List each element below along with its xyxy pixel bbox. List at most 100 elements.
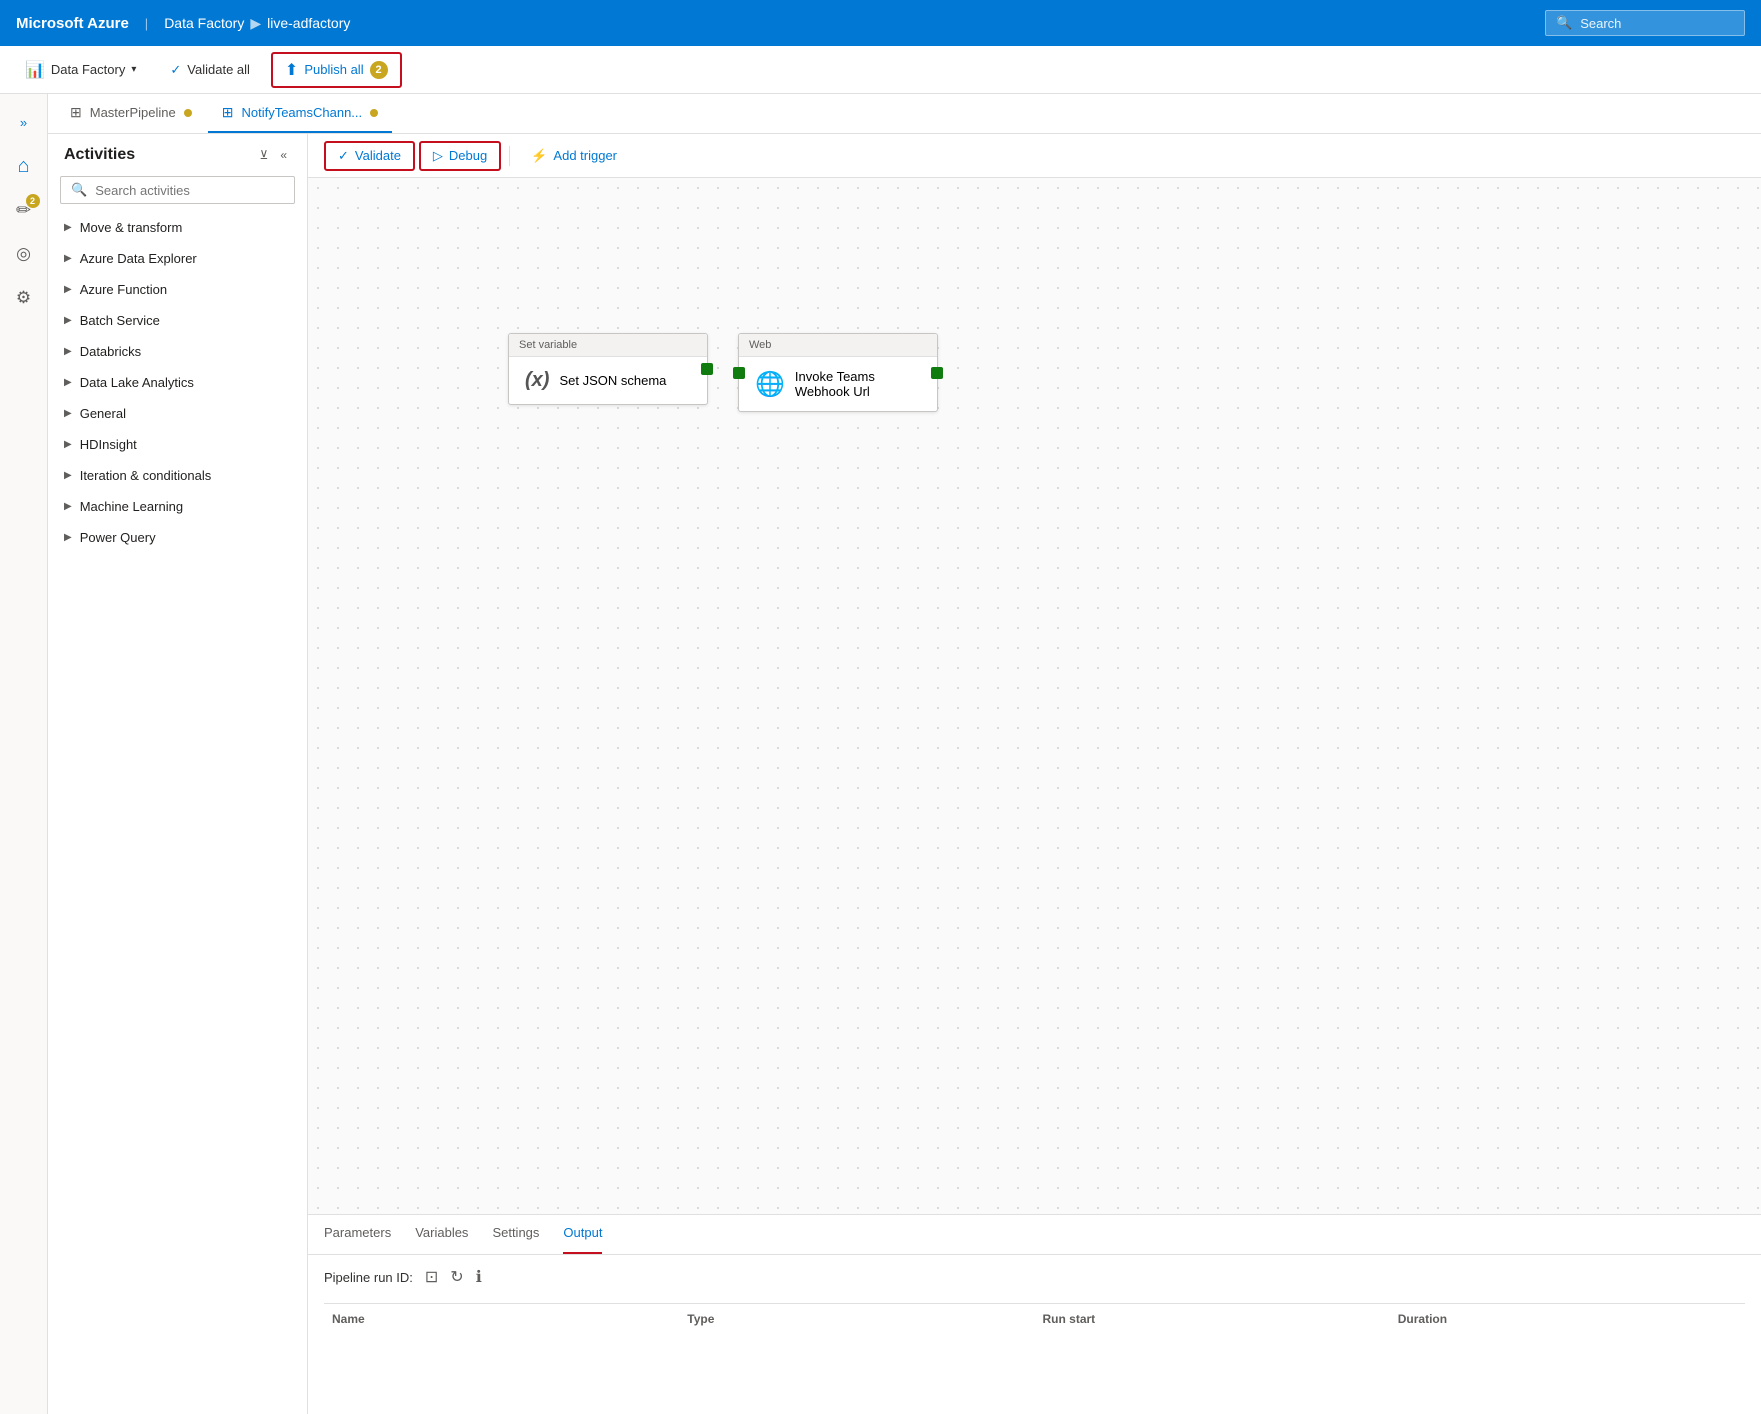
author-badge: 2 bbox=[26, 194, 40, 208]
tab-master-pipeline[interactable]: ⊞ MasterPipeline bbox=[56, 94, 206, 133]
breadcrumb: Data Factory ▶ live-adfactory bbox=[164, 15, 350, 32]
group-label: Move & transform bbox=[80, 220, 183, 235]
group-label: Azure Data Explorer bbox=[80, 251, 197, 266]
col-type: Type bbox=[679, 1312, 1034, 1326]
sidebar-item-monitor[interactable]: ◎ bbox=[4, 234, 44, 274]
debug-play-icon: ▷ bbox=[433, 148, 443, 164]
web-label: Invoke Teams Webhook Url bbox=[795, 369, 875, 399]
web-icon: 🌐 bbox=[755, 370, 785, 399]
node-set-variable-body: (x) Set JSON schema bbox=[509, 357, 707, 404]
tab-variables[interactable]: Variables bbox=[415, 1215, 468, 1254]
pipeline-run-id-row: Pipeline run ID: ⊡ ↻ ℹ bbox=[324, 1267, 1745, 1287]
collapse-btn[interactable]: ⊻ bbox=[256, 146, 273, 164]
tab-notify-dot bbox=[370, 109, 378, 117]
main-layout: » ⌂ ✏ 2 ◎ ⚙ ⊞ MasterPipeline ⊞ NotifyTea… bbox=[0, 94, 1761, 1414]
validate-check-icon: ✓ bbox=[338, 148, 349, 164]
chevron-icon: ▶ bbox=[64, 501, 72, 512]
activity-group-iteration-conditionals[interactable]: ▶ Iteration & conditionals bbox=[48, 460, 307, 491]
add-trigger-label: Add trigger bbox=[553, 148, 617, 163]
copy-run-id-button[interactable]: ⊡ bbox=[425, 1267, 438, 1287]
canvas-main: Set variable (x) Set JSON schema Web bbox=[308, 178, 1761, 1414]
refresh-run-button[interactable]: ↻ bbox=[450, 1267, 463, 1287]
tab-notify-pipeline[interactable]: ⊞ NotifyTeamsChann... bbox=[208, 94, 392, 133]
breadcrumb-arrow: ▶ bbox=[250, 15, 261, 32]
tab-settings[interactable]: Settings bbox=[492, 1215, 539, 1254]
sidebar-item-manage[interactable]: ⚙ bbox=[4, 278, 44, 318]
tab-output[interactable]: Output bbox=[563, 1215, 602, 1254]
chevron-icon: ▶ bbox=[64, 222, 72, 233]
tab-output-label: Output bbox=[563, 1225, 602, 1240]
top-nav: Microsoft Azure | Data Factory ▶ live-ad… bbox=[0, 0, 1761, 46]
debug-button[interactable]: ▷ Debug bbox=[419, 141, 501, 171]
activity-group-data-lake-analytics[interactable]: ▶ Data Lake Analytics bbox=[48, 367, 307, 398]
canvas-content[interactable]: Set variable (x) Set JSON schema Web bbox=[308, 178, 1761, 1214]
output-table-header: Name Type Run start Duration bbox=[324, 1303, 1745, 1334]
activities-controls: ⊻ « bbox=[256, 146, 291, 164]
breadcrumb-datafactory[interactable]: Data Factory bbox=[164, 15, 244, 31]
search-activities-input[interactable] bbox=[95, 183, 284, 198]
brand-label: Microsoft Azure bbox=[16, 15, 129, 32]
group-label: Azure Function bbox=[80, 282, 167, 297]
add-trigger-button[interactable]: ⚡ Add trigger bbox=[518, 142, 630, 170]
col-duration: Duration bbox=[1390, 1312, 1745, 1326]
chevron-icon: ▶ bbox=[64, 253, 72, 264]
refresh-icon: ↻ bbox=[450, 1269, 463, 1286]
activity-group-general[interactable]: ▶ General bbox=[48, 398, 307, 429]
search-activities-container: 🔍 bbox=[60, 176, 295, 204]
node-set-variable-header: Set variable bbox=[509, 334, 707, 357]
activity-group-machine-learning[interactable]: ▶ Machine Learning bbox=[48, 491, 307, 522]
publish-all-button[interactable]: ⬆ Publish all 2 bbox=[271, 52, 402, 88]
tabs-bar: ⊞ MasterPipeline ⊞ NotifyTeamsChann... bbox=[48, 94, 1761, 134]
tab-parameters[interactable]: Parameters bbox=[324, 1215, 391, 1254]
left-sidebar: » ⌂ ✏ 2 ◎ ⚙ bbox=[0, 94, 48, 1414]
tab-master-icon: ⊞ bbox=[70, 104, 82, 121]
activity-group-power-query[interactable]: ▶ Power Query bbox=[48, 522, 307, 553]
validate-all-button[interactable]: ✓ Validate all bbox=[157, 55, 263, 85]
trigger-icon: ⚡ bbox=[531, 148, 547, 164]
tab-settings-label: Settings bbox=[492, 1225, 539, 1240]
search-activities-icon: 🔍 bbox=[71, 182, 87, 198]
search-placeholder: Search bbox=[1580, 16, 1621, 31]
expand-btn[interactable]: « bbox=[276, 146, 291, 164]
activity-group-azure-function[interactable]: ▶ Azure Function bbox=[48, 274, 307, 305]
sidebar-expand-button[interactable]: » bbox=[4, 102, 44, 142]
chevron-icon: ▶ bbox=[64, 470, 72, 481]
tab-notify-label: NotifyTeamsChann... bbox=[241, 105, 362, 120]
col-name: Name bbox=[324, 1312, 679, 1326]
activity-group-azure-data-explorer[interactable]: ▶ Azure Data Explorer bbox=[48, 243, 307, 274]
global-search[interactable]: 🔍 Search bbox=[1545, 10, 1745, 36]
copy-icon: ⊡ bbox=[425, 1269, 438, 1286]
node-set-variable[interactable]: Set variable (x) Set JSON schema bbox=[508, 333, 708, 405]
group-label: Batch Service bbox=[80, 313, 160, 328]
validate-label: Validate all bbox=[187, 62, 250, 77]
validate-icon: ✓ bbox=[170, 62, 181, 78]
info-icon: ℹ bbox=[476, 1269, 482, 1286]
info-run-button[interactable]: ℹ bbox=[476, 1267, 482, 1287]
tab-notify-icon: ⊞ bbox=[222, 104, 234, 121]
dropdown-icon: ▾ bbox=[131, 64, 136, 75]
activity-group-databricks[interactable]: ▶ Databricks bbox=[48, 336, 307, 367]
breadcrumb-instance[interactable]: live-adfactory bbox=[267, 15, 350, 31]
activity-group-move-transform[interactable]: ▶ Move & transform bbox=[48, 212, 307, 243]
node-web-body: 🌐 Invoke Teams Webhook Url bbox=[739, 357, 937, 411]
data-factory-button[interactable]: 📊 Data Factory ▾ bbox=[12, 53, 149, 87]
activity-group-batch-service[interactable]: ▶ Batch Service bbox=[48, 305, 307, 336]
node-web-header: Web bbox=[739, 334, 937, 357]
activity-group-hdinsight[interactable]: ▶ HDInsight bbox=[48, 429, 307, 460]
chevron-icon: ▶ bbox=[64, 315, 72, 326]
chevron-icon: ▶ bbox=[64, 532, 72, 543]
publish-label: Publish all bbox=[304, 62, 363, 77]
node-web[interactable]: Web 🌐 Invoke Teams Webhook Url bbox=[738, 333, 938, 412]
chevron-icon: ▶ bbox=[64, 408, 72, 419]
sidebar-item-home[interactable]: ⌂ bbox=[4, 146, 44, 186]
publish-badge: 2 bbox=[370, 61, 388, 79]
sidebar-item-author[interactable]: ✏ 2 bbox=[4, 190, 44, 230]
tab-variables-label: Variables bbox=[415, 1225, 468, 1240]
df-icon: 📊 bbox=[25, 60, 45, 80]
toolbar-separator bbox=[509, 146, 510, 166]
validate-button[interactable]: ✓ Validate bbox=[324, 141, 415, 171]
bottom-content: Pipeline run ID: ⊡ ↻ ℹ bbox=[308, 1255, 1761, 1346]
activities-panel: Activities ⊻ « 🔍 ▶ Move & transform bbox=[48, 134, 308, 1414]
node-set-variable-connector-right bbox=[701, 363, 713, 375]
group-label: General bbox=[80, 406, 126, 421]
